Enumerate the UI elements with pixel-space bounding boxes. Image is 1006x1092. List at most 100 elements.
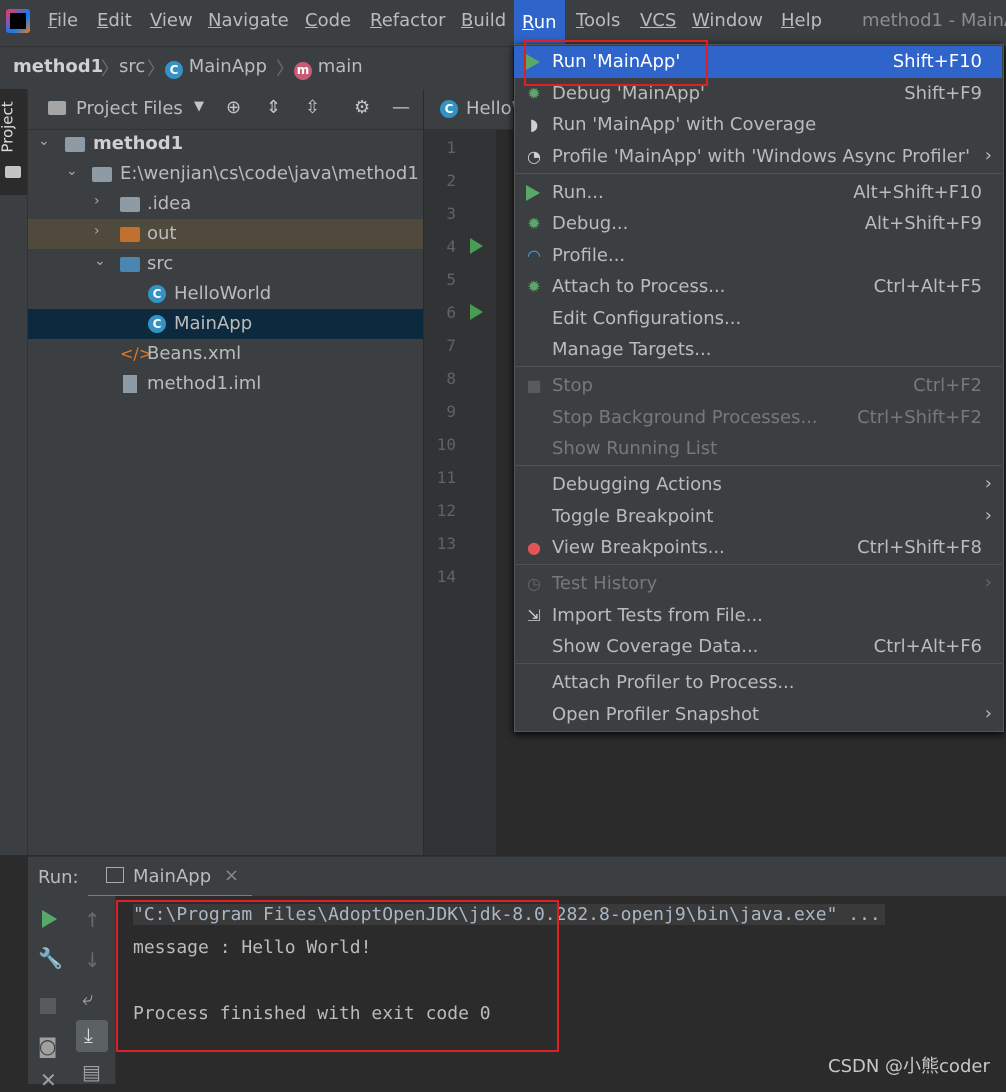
gauge-icon: ◠ <box>527 246 541 265</box>
attach-icon: ✹ <box>527 277 541 296</box>
run-toolbar: 🔧 ◙ ✕ <box>28 896 70 1092</box>
line-number: 3 <box>446 204 456 223</box>
menu-edit[interactable]: Edit <box>97 10 132 31</box>
chevron-down-icon[interactable]: ⌄ <box>94 253 106 269</box>
scroll-to-end-button[interactable]: ⤓ <box>76 1020 108 1052</box>
line-number: 5 <box>446 270 456 289</box>
expand-all-icon[interactable]: ⇕ <box>266 97 281 118</box>
tree-node-src[interactable]: ⌄ src <box>28 249 423 279</box>
run-gutter-icon[interactable] <box>470 238 483 254</box>
menu-item-open-profiler-snapshot[interactable]: Open Profiler Snapshot › <box>514 699 1002 731</box>
run-gutter-icon[interactable] <box>470 304 483 320</box>
menu-item-profile-mainapp[interactable]: ◔ Profile 'MainApp' with 'Windows Async P… <box>514 141 1002 173</box>
menu-separator <box>514 564 1002 565</box>
line-number: 11 <box>436 468 456 487</box>
menu-vcs-label: VCS <box>640 10 677 31</box>
menu-view[interactable]: View <box>150 10 193 31</box>
menu-item-shortcut: Shift+F9 <box>904 83 982 104</box>
tree-node-iml[interactable]: method1.iml <box>28 369 423 399</box>
chevron-right-icon[interactable]: › <box>94 223 100 239</box>
close-icon[interactable]: ✕ <box>40 1068 57 1092</box>
menu-code[interactable]: Code <box>305 10 351 31</box>
tree-node-mainapp[interactable]: C MainApp <box>28 309 423 339</box>
line-number: 9 <box>446 402 456 421</box>
run-tab-mainapp[interactable]: MainApp × <box>88 857 252 898</box>
menu-item-attach-profiler[interactable]: Attach Profiler to Process... <box>514 667 1002 699</box>
soft-wrap-icon[interactable]: ⤶ <box>82 986 93 1010</box>
run-panel-header: Run: MainApp × <box>28 856 1006 898</box>
menu-file[interactable]: File <box>48 10 78 31</box>
tree-node-label: HelloWorld <box>174 283 272 304</box>
tree-node-project[interactable]: ⌄ method1 <box>28 129 423 159</box>
class-icon: C <box>148 285 166 303</box>
menu-item-manage-targets[interactable]: Manage Targets... <box>514 334 1002 366</box>
menu-item-run-with-coverage[interactable]: ◗ Run 'MainApp' with Coverage <box>514 109 1002 141</box>
menu-item-label: Attach to Process... <box>552 276 726 297</box>
highlight-box <box>116 900 559 1052</box>
menu-item-debugging-actions[interactable]: Debugging Actions › <box>514 469 1002 501</box>
menu-help[interactable]: Help <box>781 10 822 31</box>
menu-build[interactable]: Build <box>461 10 506 31</box>
tree-node-label: src <box>147 253 174 274</box>
menu-item-label: Open Profiler Snapshot <box>552 704 760 725</box>
close-icon[interactable]: × <box>224 865 239 886</box>
breadcrumb-method[interactable]: m main <box>294 56 363 80</box>
stop-icon[interactable] <box>40 998 56 1014</box>
menu-bar: File Edit View Navigate Code Refactor Bu… <box>0 0 1006 46</box>
menu-item-shortcut: Alt+Shift+F9 <box>864 213 982 234</box>
tree-node-label: MainApp <box>174 313 253 334</box>
chevron-down-icon[interactable]: ▼ <box>194 99 204 114</box>
menu-window[interactable]: Window <box>692 10 763 31</box>
tree-node-beans-xml[interactable]: </> Beans.xml <box>28 339 423 369</box>
minimize-icon[interactable]: — <box>392 97 410 118</box>
camera-icon[interactable]: ◙ <box>38 1034 57 1058</box>
locate-icon[interactable]: ⊕ <box>226 97 241 118</box>
folder-icon <box>5 166 21 178</box>
menu-code-label: ode <box>317 10 352 31</box>
menu-item-debug[interactable]: ✹ Debug... Alt+Shift+F9 <box>514 208 1002 240</box>
menu-refactor[interactable]: Refactor <box>370 10 446 31</box>
breadcrumb-class-label: MainApp <box>188 56 267 77</box>
menu-item-edit-configurations[interactable]: Edit Configurations... <box>514 303 1002 335</box>
menu-item-profile[interactable]: ◠ Profile... <box>514 240 1002 272</box>
menu-item-run[interactable]: Run... Alt+Shift+F10 <box>514 177 1002 209</box>
menu-item-toggle-breakpoint[interactable]: Toggle Breakpoint › <box>514 501 1002 533</box>
chevron-down-icon[interactable]: ⌄ <box>66 163 78 179</box>
tree-node-helloworld[interactable]: C HelloWorld <box>28 279 423 309</box>
tree-node-idea[interactable]: › .idea <box>28 189 423 219</box>
menu-vcs[interactable]: VCS <box>640 10 676 31</box>
tree-node-out[interactable]: › out <box>28 219 423 249</box>
breadcrumb-class[interactable]: C MainApp <box>165 56 267 79</box>
rerun-icon[interactable] <box>42 910 57 928</box>
tree-node-module-path[interactable]: ⌄ E:\wenjian\cs\code\java\method1 <box>28 159 423 189</box>
line-number: 13 <box>436 534 456 553</box>
menu-file-mnemonic: F <box>48 10 58 31</box>
menu-item-label: Run 'MainApp' with Coverage <box>552 114 817 135</box>
print-icon[interactable]: ▤ <box>82 1060 101 1084</box>
menu-item-attach-to-process[interactable]: ✹ Attach to Process... Ctrl+Alt+F5 <box>514 271 1002 303</box>
wrench-icon[interactable]: 🔧 <box>38 946 63 970</box>
menu-item-view-breakpoints[interactable]: ● View Breakpoints... Ctrl+Shift+F8 <box>514 532 1002 564</box>
chevron-right-icon[interactable]: › <box>94 193 100 209</box>
arrow-down-icon[interactable]: ↓ <box>84 948 101 972</box>
project-panel-header: Project Files ▼ ⊕ ⇕ ⇳ ⚙ — <box>28 89 423 130</box>
collapse-all-icon[interactable]: ⇳ <box>305 97 320 118</box>
breadcrumb-src[interactable]: src <box>119 56 145 77</box>
menu-navigate[interactable]: Navigate <box>208 10 289 31</box>
project-view-selector[interactable]: Project Files <box>76 98 183 119</box>
menu-item-import-tests[interactable]: ⇲ Import Tests from File... <box>514 600 1002 632</box>
line-number: 4 <box>446 237 456 256</box>
source-folder-icon <box>120 257 140 272</box>
menu-item-show-coverage-data[interactable]: Show Coverage Data... Ctrl+Alt+F6 <box>514 631 1002 663</box>
bug-icon: ✹ <box>527 84 541 103</box>
menu-item-label: Profile... <box>552 245 626 266</box>
tree-node-label: E:\wenjian\cs\code\java\method1 <box>120 163 419 184</box>
line-number: 6 <box>446 303 456 322</box>
method-icon: m <box>294 62 312 80</box>
menu-tools[interactable]: Tools <box>576 10 620 31</box>
arrow-up-icon[interactable]: ↑ <box>84 908 101 932</box>
menu-window-mnemonic: W <box>692 10 710 31</box>
chevron-down-icon[interactable]: ⌄ <box>38 133 50 149</box>
gear-icon[interactable]: ⚙ <box>354 97 370 118</box>
breadcrumb-project[interactable]: method1 <box>13 56 103 77</box>
